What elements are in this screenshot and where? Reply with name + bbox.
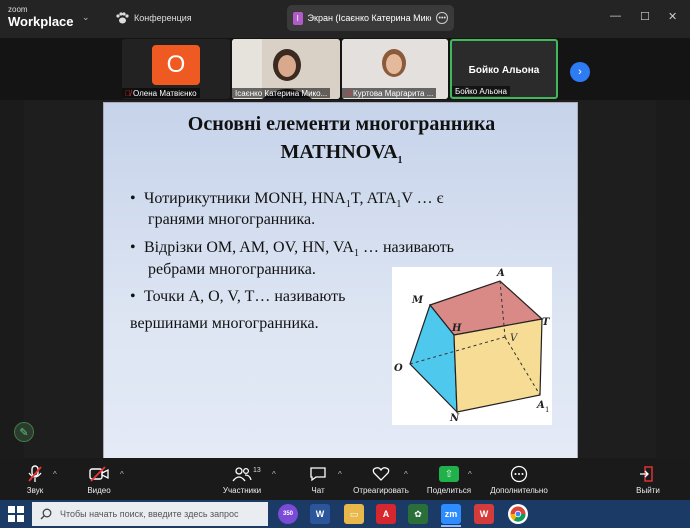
close-icon[interactable]: ✕ — [668, 10, 677, 23]
avatar: O — [152, 45, 200, 85]
react-button[interactable]: Отреагировать — [352, 464, 410, 495]
next-participants-button[interactable]: › — [570, 62, 590, 82]
taskbar-search-input[interactable]: Чтобы начать поиск, введите здесь запрос — [32, 502, 268, 526]
chat-button[interactable]: Чат — [304, 464, 332, 495]
participant-tile[interactable]: Ісаєнко Катерина Мико... — [232, 39, 340, 99]
label-a1-sub: 1 — [545, 406, 549, 414]
slide-title-line2: MATHNOVA1 — [280, 141, 403, 166]
label-a1: A — [536, 400, 545, 411]
participant-tile[interactable]: O 🎙̸ Олена Матвієнко — [122, 39, 230, 99]
bullet-2: • Відрізки OM, AM, OV, HN, VA1 … називают… — [130, 239, 454, 260]
mic-muted-icon — [20, 464, 50, 484]
polyhedron-drawing: A M H T V O N A 1 — [394, 268, 551, 424]
react-options-chevron-icon[interactable]: ^ — [404, 470, 408, 479]
viber-icon[interactable]: 350 — [278, 504, 298, 524]
slide-title-line1: Основні елементи многогранника — [187, 113, 496, 135]
label-a: A — [496, 268, 505, 279]
chat-icon — [304, 464, 332, 484]
label-h: H — [451, 323, 462, 334]
label-o: O — [394, 363, 403, 374]
title-bar: zoom Workplace ⌄ Конференция I Экран (Іс… — [0, 0, 690, 38]
minimize-icon[interactable]: — — [610, 10, 621, 22]
zoom-window: zoom Workplace ⌄ Конференция I Экран (Іс… — [0, 0, 690, 528]
participant-name: Бойко Альона — [452, 86, 510, 96]
sound-options-chevron-icon[interactable]: ^ — [53, 470, 57, 479]
participant-name: 🎙̸ Олена Матвієнко — [122, 88, 200, 98]
search-icon — [40, 508, 52, 520]
leave-icon — [634, 464, 662, 484]
heart-icon — [352, 464, 410, 484]
pdf-reader-icon[interactable]: A — [376, 504, 396, 524]
brand-name: Workplace — [8, 14, 74, 29]
file-explorer-icon[interactable]: ▭ — [344, 504, 364, 524]
paint-icon[interactable]: ✿ — [408, 504, 428, 524]
annotate-pen-button[interactable]: ✎ — [14, 422, 34, 442]
screen-tab-badge: I — [293, 11, 303, 25]
video-options-chevron-icon[interactable]: ^ — [120, 470, 124, 479]
windows-start-icon[interactable] — [8, 506, 24, 522]
chat-options-chevron-icon[interactable]: ^ — [338, 470, 342, 479]
conference-label: Конференция — [134, 13, 192, 23]
chevron-down-icon[interactable]: ⌄ — [82, 12, 90, 23]
tab-screen-share[interactable]: I Экран (Ісаєнко Катерина Микол ••• — [287, 5, 454, 31]
zoom-taskbar-icon[interactable]: zm — [441, 504, 461, 524]
label-n: N — [449, 413, 460, 424]
participants-options-chevron-icon[interactable]: ^ — [272, 470, 276, 479]
chevron-right-icon: › — [578, 66, 582, 78]
participant-tile-active[interactable]: Бойко Альона Бойко Альона — [450, 39, 558, 99]
participants-count: 13 — [253, 467, 261, 474]
video-button[interactable]: Видео — [84, 464, 114, 495]
paw-icon — [116, 12, 129, 24]
share-button[interactable]: ⇧ Поделиться — [425, 464, 473, 495]
bullet-1: • Чотирикутники MONH, HNA1T, ATA1V … є — [130, 190, 444, 211]
tab-conference[interactable]: Конференция — [115, 8, 192, 28]
screen-tab-title: Экран (Ісаєнко Катерина Микол — [307, 13, 432, 23]
more-button[interactable]: Дополнительно — [488, 464, 550, 495]
share-options-chevron-icon[interactable]: ^ — [468, 470, 472, 479]
search-placeholder: Чтобы начать поиск, введите здесь запрос — [60, 509, 239, 519]
mic-muted-icon: 🎙̸ — [345, 88, 351, 98]
participant-center-name: Бойко Альона — [468, 65, 540, 76]
more-icon — [488, 464, 550, 484]
leave-button[interactable]: Выйти — [634, 464, 662, 495]
word-icon[interactable]: W — [310, 504, 330, 524]
polyhedron-figure: A M H T V O N A 1 — [392, 267, 552, 425]
windows-taskbar: Чтобы начать поиск, введите здесь запрос… — [0, 500, 690, 528]
participant-name: 🎙̸ Куртова Маргарита ... — [342, 88, 437, 98]
active-app-indicator — [441, 525, 461, 527]
mic-muted-icon: 🎙̸ — [125, 88, 131, 98]
bullet-3: • Точки A, O, V, T… називають — [130, 288, 346, 305]
bullet-2-line2: ребрами многогранника. — [148, 261, 316, 278]
participant-name: Ісаєнко Катерина Мико... — [232, 88, 331, 98]
wps-icon[interactable]: W — [474, 504, 494, 524]
pen-icon: ✎ — [19, 426, 29, 439]
bullet-1-line2: гранями многогранника. — [148, 211, 316, 228]
share-screen-icon: ⇧ — [439, 466, 459, 482]
video-off-icon — [84, 464, 114, 484]
maximize-icon[interactable]: ☐ — [640, 10, 650, 23]
label-m: M — [411, 295, 424, 306]
label-t: T — [542, 317, 551, 328]
more-icon[interactable]: ••• — [436, 12, 448, 24]
bullet-3-line2: вершинами многогранника. — [130, 315, 319, 332]
meeting-toolbar: Звук ^ Видео ^ Участники 13 ^ Чат ^ Отре… — [0, 458, 690, 500]
zoom-logo[interactable]: zoom Workplace — [8, 5, 74, 29]
chrome-icon[interactable] — [508, 504, 528, 524]
sound-button[interactable]: Звук — [20, 464, 50, 495]
participant-tile[interactable]: 🎙̸ Куртова Маргарита ... — [342, 39, 448, 99]
brand-small: zoom — [8, 5, 28, 14]
